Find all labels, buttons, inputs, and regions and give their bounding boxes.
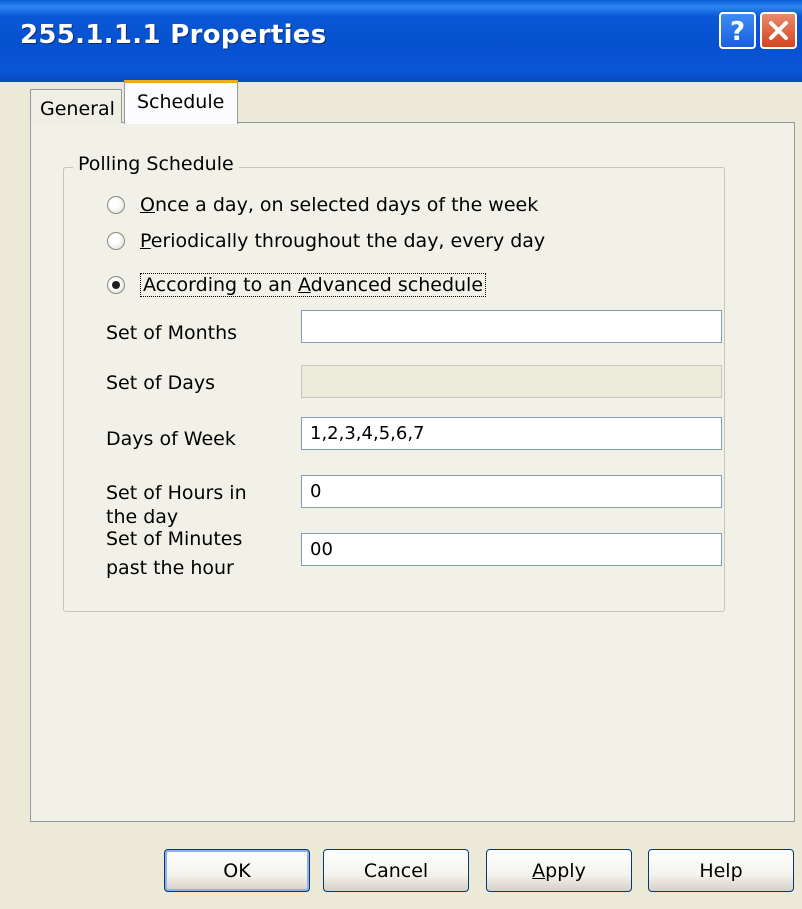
cancel-button-label: Cancel — [363, 859, 429, 882]
apply-accel: A — [532, 859, 546, 882]
radio-label: Once a day, on selected days of the week — [140, 194, 538, 216]
group-label: Polling Schedule — [73, 153, 239, 175]
radio-button[interactable] — [107, 232, 125, 250]
radio-label: According to an Advanced schedule — [140, 273, 487, 297]
label-set-of-days: Set of Days — [106, 372, 216, 394]
ok-button[interactable]: OK — [164, 849, 310, 892]
close-icon[interactable] — [760, 12, 797, 49]
label-days-of-week: Days of Week — [106, 428, 236, 450]
title-bar[interactable]: 255.1.1.1 Properties ? — [0, 0, 802, 82]
cancel-button[interactable]: Cancel — [323, 849, 469, 892]
radio-button[interactable] — [107, 276, 125, 294]
radio-button[interactable] — [107, 196, 125, 214]
hours-input[interactable]: 0 — [301, 475, 722, 508]
properties-dialog: 255.1.1.1 Properties ? General Schedule … — [0, 0, 802, 909]
apply-rest: pply — [545, 859, 586, 882]
label-hours-line1: Set of Hours in — [106, 482, 247, 504]
help-icon[interactable]: ? — [719, 12, 756, 49]
window-title: 255.1.1.1 Properties — [20, 20, 327, 50]
help-button[interactable]: Help — [648, 849, 794, 892]
minutes-input[interactable]: 00 — [301, 533, 722, 566]
tab-general[interactable]: General — [30, 89, 122, 123]
radio-advanced-schedule[interactable]: According to an Advanced schedule — [107, 270, 487, 300]
radio-label-post: nce a day, on selected days of the week — [154, 194, 539, 216]
radio-once-a-day[interactable]: Once a day, on selected days of the week — [107, 190, 538, 220]
radio-label-post: dvanced schedule — [310, 274, 484, 296]
radio-label-accel: O — [140, 194, 155, 216]
label-minutes-line1: Set of Minutes — [106, 528, 243, 550]
apply-button-label: Apply — [532, 860, 586, 882]
radio-label-post: eriodically throughout the day, every da… — [150, 230, 546, 252]
radio-periodically[interactable]: Periodically throughout the day, every d… — [107, 226, 545, 256]
radio-label-accel: A — [297, 274, 311, 296]
set-of-days-input — [301, 365, 722, 398]
radio-label-pre: According to an — [143, 274, 298, 296]
tab-schedule[interactable]: Schedule — [124, 80, 238, 124]
days-of-week-input[interactable]: 1,2,3,4,5,6,7 — [301, 417, 722, 450]
help-button-label: Help — [699, 859, 743, 882]
ok-button-label: OK — [223, 859, 251, 882]
svg-text:?: ? — [730, 17, 745, 47]
set-of-months-input[interactable] — [301, 310, 722, 343]
apply-button[interactable]: Apply — [486, 849, 632, 892]
label-hours-line2: the day — [106, 506, 179, 528]
label-set-of-months: Set of Months — [106, 322, 238, 344]
tab-schedule-label: Schedule — [137, 91, 225, 113]
radio-label: Periodically throughout the day, every d… — [140, 230, 545, 252]
tab-general-label: General — [40, 98, 115, 120]
label-minutes-line2: past the hour — [106, 557, 234, 579]
radio-label-accel: P — [140, 230, 151, 252]
